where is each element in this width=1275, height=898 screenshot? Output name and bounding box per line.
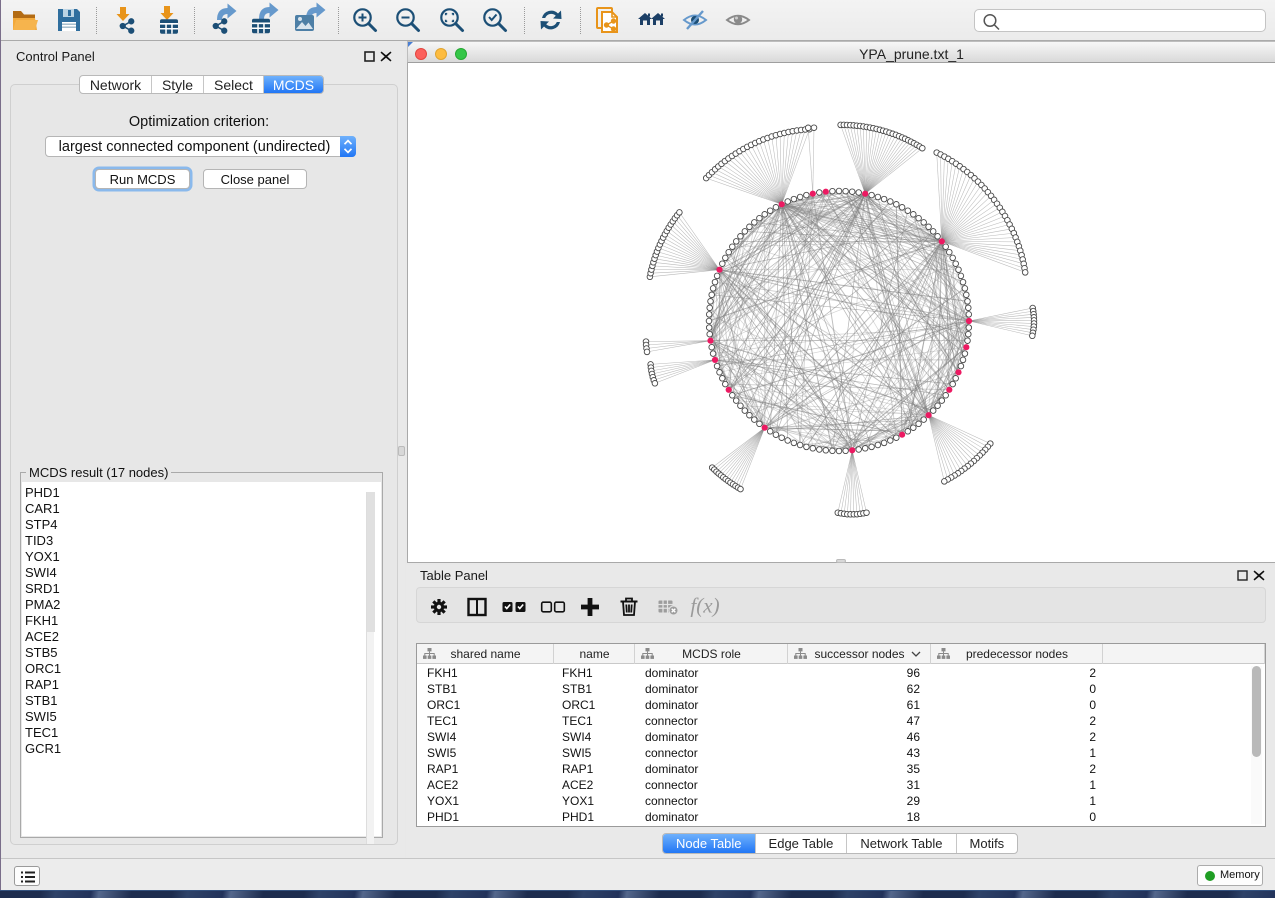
svg-text:f(x): f(x) (690, 594, 719, 618)
